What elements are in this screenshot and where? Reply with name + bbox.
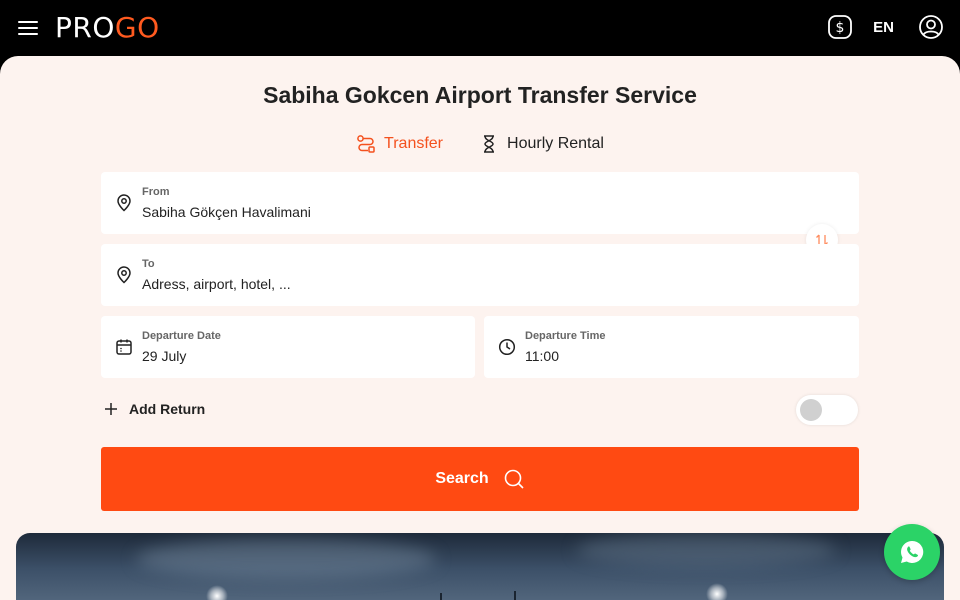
- tab-hourly-rental[interactable]: Hourly Rental: [479, 134, 604, 154]
- to-label: To: [142, 258, 155, 270]
- plus-icon: [105, 403, 117, 415]
- user-circle-icon[interactable]: [918, 14, 944, 40]
- from-field[interactable]: From Sabiha Gökçen Havalimani: [101, 172, 859, 234]
- clock-icon: [498, 338, 516, 356]
- whatsapp-chat-button[interactable]: [884, 524, 940, 580]
- return-toggle[interactable]: [796, 395, 858, 425]
- from-value[interactable]: Sabiha Gökçen Havalimani: [142, 204, 542, 220]
- departure-time-field[interactable]: Departure Time 11:00: [484, 316, 859, 378]
- to-placeholder[interactable]: Adress, airport, hotel, ...: [142, 276, 542, 292]
- hamburger-menu-icon[interactable]: [16, 16, 40, 40]
- tab-hourly-rental-label: Hourly Rental: [507, 135, 604, 152]
- add-return-label: Add Return: [129, 401, 206, 417]
- logo-pro-text: PRO: [55, 11, 115, 44]
- departure-date-field[interactable]: Departure Date 29 July: [101, 316, 475, 378]
- dollar-icon[interactable]: $: [827, 14, 853, 40]
- whatsapp-icon: [901, 540, 924, 563]
- booking-panel: Sabiha Gokcen Airport Transfer Service T…: [0, 56, 960, 600]
- to-field[interactable]: To Adress, airport, hotel, ...: [101, 244, 859, 306]
- top-navigation-bar: PROGO $ EN: [0, 0, 960, 56]
- hero-airport-image: [16, 533, 944, 600]
- departure-time-label: Departure Time: [525, 330, 606, 342]
- departure-time-value[interactable]: 11:00: [525, 348, 825, 364]
- calendar-icon: [116, 339, 132, 355]
- from-label: From: [142, 186, 170, 198]
- svg-text:$: $: [836, 20, 845, 36]
- location-pin-icon: [117, 194, 131, 212]
- tab-transfer-label: Transfer: [384, 135, 444, 152]
- tab-transfer[interactable]: Transfer: [356, 134, 443, 154]
- search-icon: [504, 469, 524, 489]
- booking-type-tabs: Transfer Hourly Rental: [0, 134, 960, 154]
- page-title: Sabiha Gokcen Airport Transfer Service: [263, 82, 697, 108]
- location-pin-icon: [117, 266, 131, 284]
- search-button[interactable]: Search: [101, 447, 859, 511]
- departure-date-label: Departure Date: [142, 330, 221, 342]
- search-button-label: Search: [435, 470, 489, 487]
- logo-go-text: GO: [114, 11, 160, 44]
- route-icon: [357, 135, 375, 153]
- departure-date-value[interactable]: 29 July: [142, 348, 442, 364]
- progo-logo[interactable]: PROGO: [55, 12, 160, 44]
- hourglass-icon: [484, 135, 495, 153]
- language-selector[interactable]: EN: [873, 19, 894, 36]
- add-return-button[interactable]: Add Return: [103, 401, 205, 417]
- toggle-knob: [800, 399, 822, 421]
